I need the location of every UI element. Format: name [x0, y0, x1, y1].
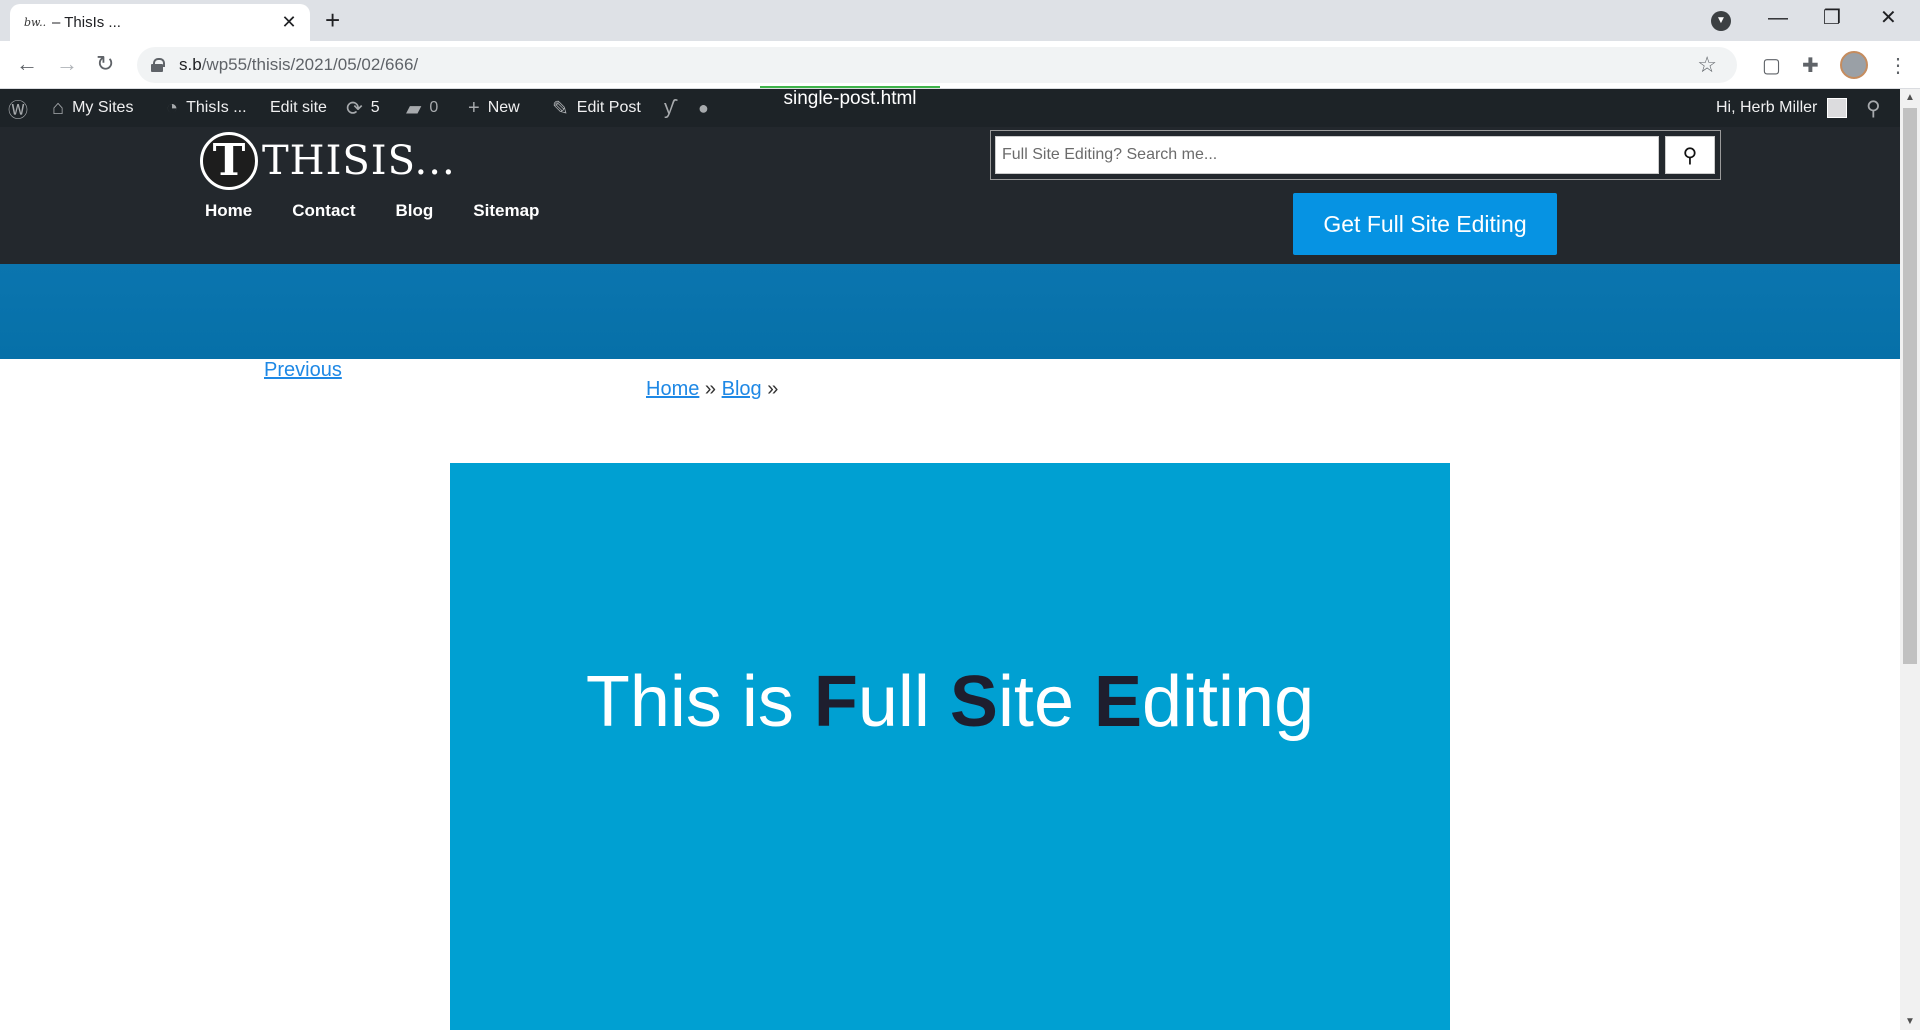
bookmark-star-icon[interactable]: ☆: [1697, 52, 1717, 78]
site-name-label: ThisIs ...: [186, 99, 247, 116]
admin-comments[interactable]: ▰ 0: [406, 89, 438, 127]
seo-status-dot-icon[interactable]: ●: [698, 89, 717, 127]
admin-search-icon[interactable]: ⚲: [1866, 89, 1881, 127]
search-input[interactable]: [995, 136, 1659, 174]
profile-avatar[interactable]: [1840, 51, 1868, 79]
site-header: T THISIS... Home Contact Blog Sitemap ⚲ …: [0, 127, 1900, 264]
site-search: ⚲: [990, 130, 1721, 180]
nav-contact[interactable]: Contact: [292, 201, 355, 221]
lock-icon: [151, 58, 165, 72]
my-sites-label: My Sites: [72, 99, 134, 116]
logo-circle-icon: T: [200, 132, 258, 190]
header-band: [0, 264, 1900, 359]
window-minimize-button[interactable]: —: [1768, 6, 1788, 30]
edit-site-label: Edit site: [270, 99, 327, 116]
window-close-button[interactable]: ✕: [1880, 6, 1897, 30]
comment-icon: ▰: [406, 97, 422, 120]
my-sites-icon: ⌂: [52, 96, 65, 119]
admin-my-sites[interactable]: ⌂ My Sites: [52, 89, 133, 127]
scroll-thumb[interactable]: [1903, 108, 1917, 664]
new-label: New: [487, 99, 520, 116]
browser-menu-icon[interactable]: ⋮: [1888, 53, 1908, 78]
heading-highlight: F: [813, 662, 858, 742]
site-navigation: Home Contact Blog Sitemap: [205, 201, 579, 221]
breadcrumb-blog[interactable]: Blog: [722, 378, 762, 400]
heading-text: diting: [1142, 662, 1315, 742]
heading-highlight: E: [1093, 662, 1143, 742]
tab-close-icon[interactable]: ✕: [280, 12, 298, 33]
plus-icon: +: [468, 96, 480, 119]
admin-updates[interactable]: ⟳ 5: [346, 89, 380, 127]
cover-heading: This is Full Site Editing: [450, 661, 1450, 743]
pencil-icon: ✎: [552, 97, 569, 120]
tab-favicon-icon: bw..: [24, 16, 47, 29]
back-arrow-icon[interactable]: ←: [16, 51, 38, 77]
updates-count: 5: [370, 99, 380, 116]
yoast-seo-icon[interactable]: ƴ: [664, 89, 682, 127]
window-restore-button[interactable]: ❐: [1823, 6, 1841, 30]
cover-block: This is Full Site Editing: [450, 463, 1450, 1030]
admin-account[interactable]: Hi, Herb Miller: [1716, 89, 1848, 127]
user-avatar: [1827, 98, 1848, 118]
heading-text: ite: [997, 662, 1094, 742]
reload-icon[interactable]: ↻: [96, 51, 114, 77]
url-path: /wp55/thisis/2021/05/02/666/: [201, 55, 419, 74]
breadcrumb: Home » Blog »: [646, 378, 778, 401]
scroll-down-icon[interactable]: ▼: [1900, 1013, 1920, 1030]
wp-admin-bar: Ⓦ ⌂ My Sites ◔ ThisIs ... Edit site ⟳ 5 …: [0, 86, 1900, 127]
breadcrumb-home[interactable]: Home: [646, 378, 699, 400]
url-text[interactable]: s.b/wp55/thisis/2021/05/02/666/: [179, 55, 418, 75]
dashboard-icon: ◔: [166, 96, 179, 119]
greeting-label: Hi, Herb Miller: [1716, 99, 1818, 116]
url-host: s.b: [179, 55, 202, 74]
search-icon: ⚲: [1682, 144, 1698, 167]
forward-arrow-icon[interactable]: →: [56, 51, 78, 77]
tab-search-dropdown-icon[interactable]: ▼: [1711, 11, 1731, 31]
nav-blog[interactable]: Blog: [396, 201, 434, 221]
browser-toolbar: ← → ↻ s.b/wp55/thisis/2021/05/02/666/ ☆ …: [0, 41, 1920, 89]
page-scrollbar[interactable]: ▲ ▼: [1900, 89, 1920, 1030]
heading-highlight: S: [949, 662, 998, 742]
address-bar[interactable]: s.b/wp55/thisis/2021/05/02/666/ ☆: [137, 47, 1737, 83]
template-file-label: single-post.html: [760, 86, 940, 112]
search-button[interactable]: ⚲: [1665, 136, 1715, 174]
admin-edit-site[interactable]: Edit site: [270, 89, 327, 127]
admin-edit-post[interactable]: ✎ Edit Post: [552, 89, 641, 127]
heading-text: This is: [585, 662, 814, 742]
nav-home[interactable]: Home: [205, 201, 252, 221]
updates-icon: ⟳: [346, 97, 363, 120]
browser-tab[interactable]: bw.. – ThisIs ... ✕: [10, 4, 310, 41]
heading-text: ull: [857, 662, 950, 742]
scroll-up-icon[interactable]: ▲: [1900, 89, 1920, 106]
browser-tab-strip: bw.. – ThisIs ... ✕ + ▼ — ❐ ✕: [0, 0, 1920, 41]
get-fse-button[interactable]: Get Full Site Editing: [1293, 193, 1557, 255]
extensions-puzzle-icon[interactable]: ✚: [1802, 53, 1819, 78]
site-title: THISIS...: [262, 138, 456, 184]
nav-sitemap[interactable]: Sitemap: [473, 201, 539, 221]
wordpress-logo-icon[interactable]: Ⓦ: [8, 89, 28, 127]
breadcrumb-separator: »: [767, 378, 779, 400]
breadcrumb-separator: »: [704, 378, 717, 400]
extension-placeholder-icon[interactable]: ▢: [1762, 53, 1781, 78]
previous-post-link[interactable]: Previous: [264, 359, 342, 382]
site-logo[interactable]: T THISIS...: [200, 132, 456, 190]
comments-count: 0: [429, 99, 439, 116]
new-tab-button[interactable]: +: [325, 6, 340, 34]
tab-title: – ThisIs ...: [52, 14, 121, 31]
admin-new[interactable]: + New: [468, 89, 520, 127]
admin-site-name[interactable]: ◔ ThisIs ...: [166, 89, 247, 127]
edit-post-label: Edit Post: [576, 99, 641, 116]
